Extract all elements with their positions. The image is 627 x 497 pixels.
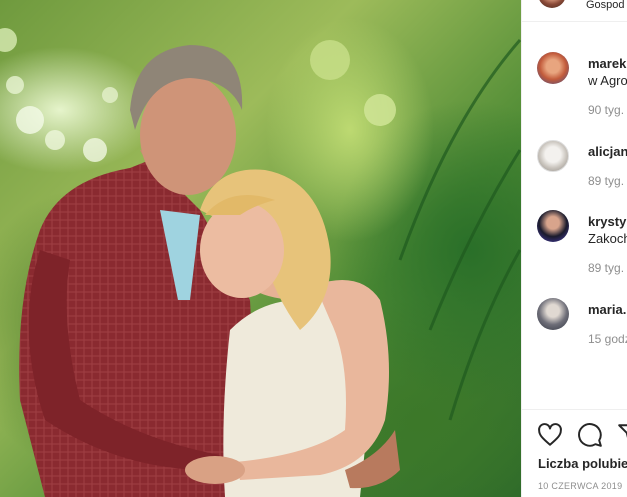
comment-username[interactable]: krystyn bbox=[588, 214, 627, 229]
comment-username[interactable]: marek bbox=[588, 56, 626, 71]
couple-illustration bbox=[0, 28, 521, 497]
comment-time[interactable]: 89 tyg. bbox=[588, 261, 624, 275]
share-icon[interactable] bbox=[617, 422, 627, 448]
avatar[interactable] bbox=[537, 52, 569, 84]
previous-comment-text: Gospod bbox=[586, 0, 625, 11]
comment-icon[interactable] bbox=[577, 422, 603, 448]
fern-fronds bbox=[398, 39, 521, 421]
post-actions: Liczba polubie 10 CZERWCA 2019 bbox=[522, 409, 627, 497]
avatar[interactable] bbox=[537, 210, 569, 242]
comments-panel: Gospod marek w Agro 90 tyg. alicjan 89 t… bbox=[521, 0, 627, 497]
comment-username[interactable]: alicjan bbox=[588, 144, 627, 159]
comment-username[interactable]: maria. bbox=[588, 302, 626, 317]
comment-time[interactable]: 89 tyg. bbox=[588, 174, 624, 188]
comment-time[interactable]: 90 tyg. bbox=[588, 103, 624, 117]
likes-count[interactable]: Liczba polubie bbox=[538, 456, 627, 471]
avatar[interactable] bbox=[538, 0, 566, 8]
comment-time[interactable]: 15 godz bbox=[588, 332, 627, 346]
woman-face bbox=[200, 202, 284, 298]
heart-icon[interactable] bbox=[537, 422, 563, 448]
avatar[interactable] bbox=[537, 140, 569, 172]
avatar[interactable] bbox=[537, 298, 569, 330]
comment-text: w Agro bbox=[588, 73, 627, 88]
post-photo[interactable] bbox=[0, 0, 521, 497]
comment-text: Zakoch bbox=[588, 231, 627, 246]
post-date[interactable]: 10 CZERWCA 2019 bbox=[538, 481, 622, 491]
previous-comment-row: Gospod bbox=[522, 0, 627, 22]
